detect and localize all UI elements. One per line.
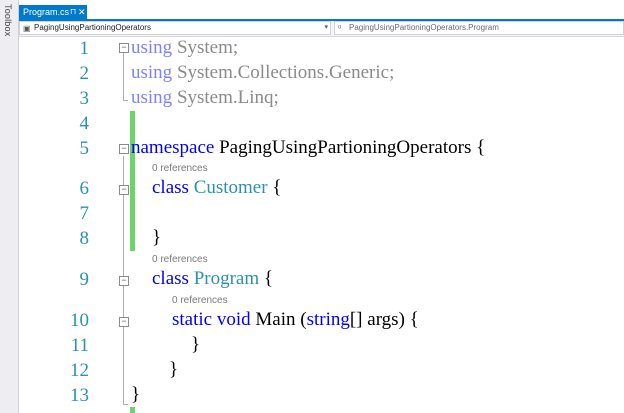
code-text: Main ( [250, 309, 307, 330]
tab-program-cs[interactable]: Program.cs ⊓ ✕ [19, 5, 87, 19]
keyword: string [306, 309, 350, 330]
line-number: 3 [79, 88, 90, 109]
member-dropdown[interactable]: ⁰ PagingUsingPartioningOperators.Program [334, 21, 624, 35]
change-indicator-bar [130, 407, 135, 413]
keyword: using [131, 62, 173, 83]
line-number: 4 [79, 113, 90, 134]
project-dropdown[interactable]: ▣ PagingUsingPartioningOperators ▾ [19, 21, 331, 35]
keyword: void [216, 309, 251, 330]
close-icon[interactable]: ✕ [78, 5, 86, 19]
code-line-2: using System.Collections.Generic; [131, 61, 394, 85]
line-number: 10 [70, 310, 89, 331]
line-number: 8 [79, 228, 90, 249]
line-number: 1 [79, 38, 90, 59]
outline-guide [123, 100, 128, 101]
line-number: 7 [79, 203, 90, 224]
outline-guide [123, 404, 128, 405]
outline-guide [123, 329, 124, 359]
line-number: 2 [79, 63, 90, 84]
outline-guide [123, 197, 124, 244]
change-indicator-bar [130, 111, 135, 251]
keyword: namespace [131, 137, 215, 158]
code-line-1: using System; [131, 36, 238, 60]
keyword: static [172, 309, 213, 330]
code-line-10: static void Main (string[] args) { [172, 308, 419, 332]
code-line-11: } [191, 334, 201, 355]
outline-guide [123, 51, 124, 100]
type-name: Customer [193, 177, 268, 198]
line-number: 11 [70, 335, 89, 356]
codelens-references[interactable]: 0 references [152, 254, 208, 266]
toolbox-label[interactable]: Toolbox [3, 4, 13, 36]
code-line-3: using System.Linq; [131, 86, 279, 110]
keyword: class [152, 177, 189, 198]
csharp-project-icon: ▣ [23, 24, 31, 33]
line-number: 6 [79, 178, 90, 199]
line-number: 12 [70, 360, 89, 381]
keyword: class [152, 268, 189, 289]
codelens-references[interactable]: 0 references [172, 295, 228, 307]
collapse-toggle[interactable]: − [119, 276, 129, 286]
collapse-toggle[interactable]: − [119, 43, 129, 53]
type-name: Program [193, 268, 260, 289]
line-number: 13 [70, 385, 89, 406]
code-text: { [259, 268, 273, 289]
codelens-references[interactable]: 0 references [152, 163, 208, 175]
code-text: { [267, 177, 282, 198]
line-number: 9 [79, 269, 90, 290]
navigation-bar: ▣ PagingUsingPartioningOperators ▾ ⁰ Pag… [19, 21, 624, 37]
member-dropdown-value: PagingUsingPartioningOperators.Program [349, 23, 499, 32]
tab-title: Program.cs [23, 7, 70, 17]
code-line-5: namespace PagingUsingPartioningOperators… [131, 136, 485, 160]
code-text: System; [172, 37, 239, 58]
code-line-8: } [152, 227, 162, 248]
toolbox-panel[interactable]: Toolbox [0, 0, 19, 413]
code-editor[interactable]: 1 2 3 4 5 6 7 8 9 10 11 12 13 − − − − − … [19, 37, 624, 413]
line-number: 5 [79, 138, 90, 159]
code-line-6: class Customer { [152, 176, 281, 200]
keyword: using [131, 37, 173, 58]
code-text: [] args) { [349, 309, 419, 330]
project-dropdown-value: PagingUsingPartioningOperators [34, 23, 151, 32]
collapse-toggle[interactable]: − [119, 317, 129, 327]
code-line-13: } [131, 384, 141, 405]
collapse-toggle[interactable]: − [119, 144, 129, 154]
code-text: System.Linq; [172, 87, 279, 108]
collapse-toggle[interactable]: − [119, 185, 129, 195]
pin-icon[interactable]: ⊓ [70, 5, 76, 19]
code-line-12: } [169, 359, 179, 380]
code-text: PagingUsingPartioningOperators { [214, 137, 486, 158]
code-line-9: class Program { [152, 267, 273, 291]
keyword: using [131, 87, 173, 108]
chevron-down-icon: ▾ [324, 24, 328, 31]
class-icon: ⁰ [338, 24, 342, 33]
code-text: System.Collections.Generic; [172, 62, 395, 83]
